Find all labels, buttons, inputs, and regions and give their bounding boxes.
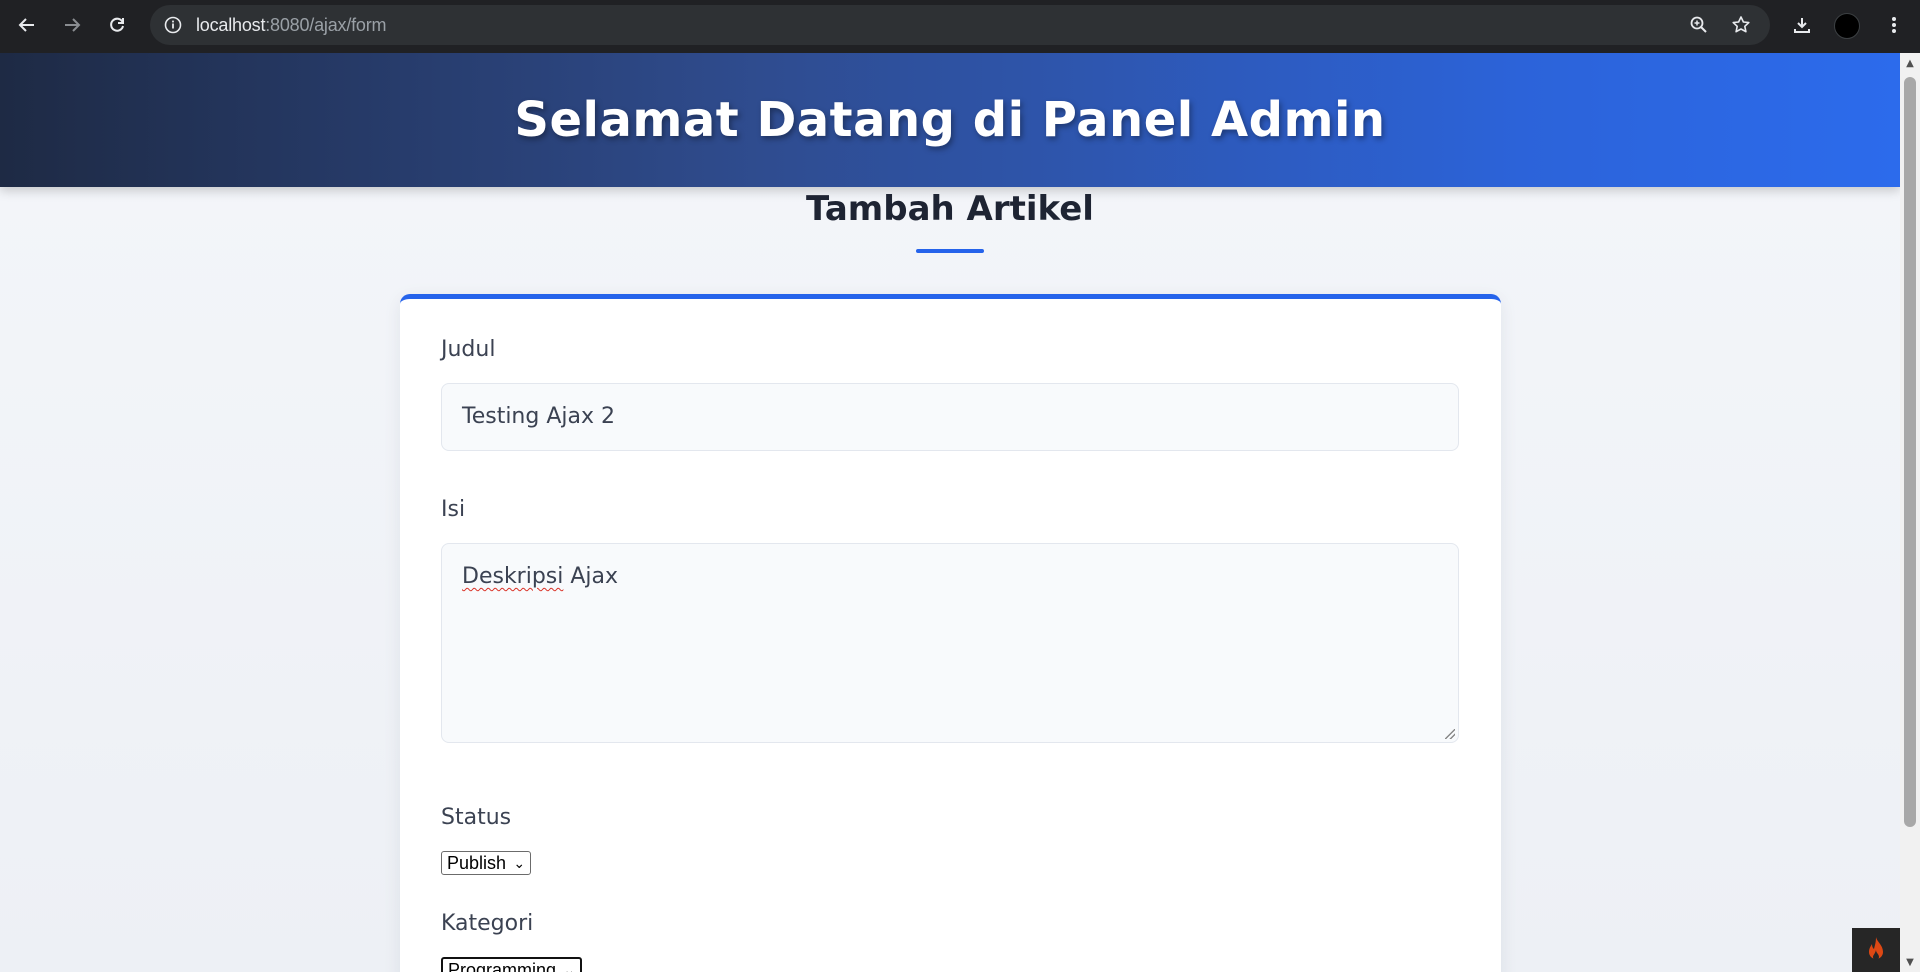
- isi-textarea[interactable]: Deskripsi Ajax: [441, 543, 1459, 743]
- kategori-selected-value: Programming: [448, 960, 557, 972]
- title-underline: [916, 249, 984, 253]
- url-host: localhost: [196, 15, 266, 35]
- judul-label: Judul: [441, 337, 496, 362]
- bookmark-star-icon[interactable]: [1728, 13, 1754, 37]
- page-header-title: Selamat Datang di Panel Admin: [514, 92, 1386, 148]
- forward-arrow-icon[interactable]: [55, 10, 89, 40]
- kategori-select[interactable]: Programming ⌄: [441, 957, 583, 972]
- scrollbar-thumb[interactable]: [1904, 77, 1916, 827]
- chevron-down-icon: ⌄: [563, 962, 576, 972]
- status-selected-value: Publish: [447, 853, 507, 873]
- debug-toolbar-toggle[interactable]: [1852, 928, 1900, 972]
- site-info-icon[interactable]: [162, 14, 184, 36]
- page-viewport: Selamat Datang di Panel Admin Tambah Art…: [0, 53, 1900, 972]
- section-title: Tambah Artikel: [806, 189, 1094, 229]
- judul-input[interactable]: Testing Ajax 2: [441, 383, 1459, 451]
- scroll-down-arrow-icon[interactable]: ▼: [1900, 954, 1920, 970]
- status-select[interactable]: Publish ⌄: [441, 851, 532, 875]
- reload-icon[interactable]: [100, 10, 134, 40]
- resize-handle-icon[interactable]: [1445, 729, 1455, 739]
- isi-label: Isi: [441, 497, 466, 522]
- url-text: localhost:8080/ajax/form: [196, 15, 387, 36]
- profile-avatar[interactable]: [1834, 13, 1860, 39]
- kategori-label: Kategori: [441, 911, 534, 936]
- address-bar[interactable]: localhost:8080/ajax/form: [150, 5, 1770, 45]
- isi-text-rest: Ajax: [563, 564, 619, 589]
- back-arrow-icon[interactable]: [10, 10, 44, 40]
- article-form-card: Judul Testing Ajax 2 Isi Deskripsi Ajax …: [400, 294, 1501, 972]
- url-path: :8080/ajax/form: [265, 15, 387, 35]
- download-icon[interactable]: [1786, 10, 1818, 40]
- status-label: Status: [441, 805, 512, 830]
- zoom-icon[interactable]: [1686, 13, 1712, 37]
- isi-text-misspelled: Deskripsi: [462, 564, 564, 589]
- browser-toolbar: localhost:8080/ajax/form: [0, 0, 1920, 53]
- header-banner: Selamat Datang di Panel Admin: [0, 53, 1900, 187]
- chevron-down-icon: ⌄: [513, 855, 526, 871]
- scroll-up-arrow-icon[interactable]: ▲: [1900, 55, 1920, 71]
- more-menu-icon[interactable]: [1878, 10, 1910, 40]
- vertical-scrollbar[interactable]: ▲ ▼: [1900, 53, 1920, 972]
- flame-icon: [1869, 937, 1883, 960]
